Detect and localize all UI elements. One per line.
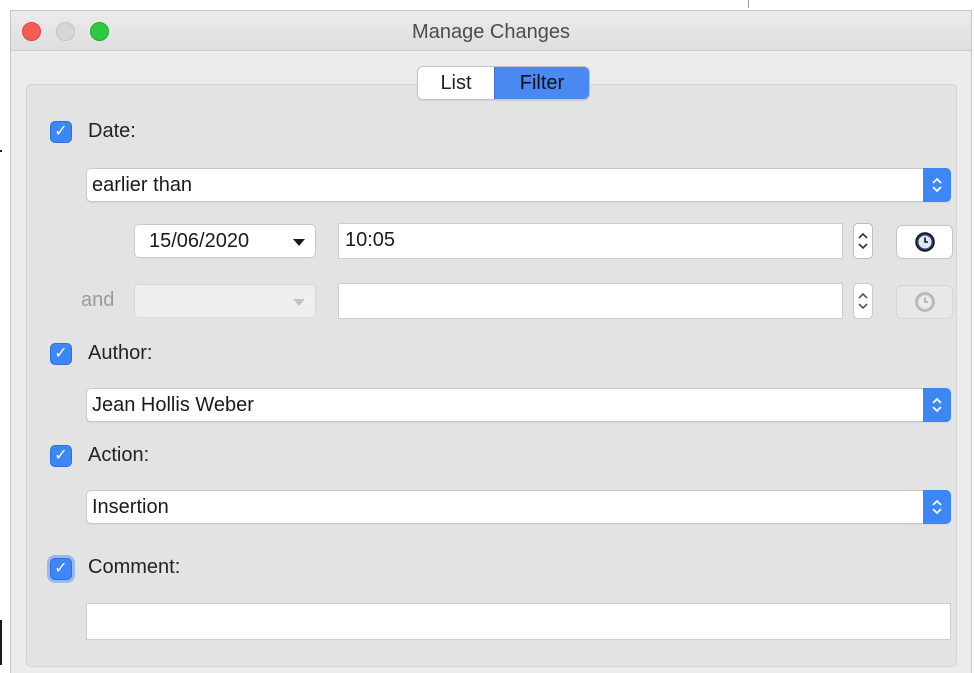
checkmark-icon: ✓ [54,345,68,362]
date-condition-select[interactable]: earlier than [86,168,951,202]
date-checkbox[interactable]: ✓ [50,121,72,143]
time-value: 10:05 [345,229,396,251]
set-current-time-button[interactable] [896,225,953,259]
manage-changes-window: Manage Changes List Filter ✓ Date: earli… [10,10,972,673]
author-select[interactable]: Jean Hollis Weber [86,388,951,422]
action-label: Action: [88,444,150,466]
chevron-up-down-icon [923,168,951,202]
clock-icon [914,292,935,312]
author-value: Jean Hollis Weber [92,394,254,416]
action-select[interactable]: Insertion [86,490,951,524]
comment-label: Comment: [88,556,181,578]
author-label: Author: [88,342,153,364]
triangle-down-icon [293,239,305,246]
action-value: Insertion [92,496,169,518]
date-condition-value: earlier than [92,174,193,196]
second-time-input [338,283,843,319]
and-label: and [81,289,115,311]
background-artifact [748,0,749,8]
second-set-time-button [896,285,953,319]
chevron-up-down-icon [923,388,951,422]
time-input[interactable]: 10:05 [338,223,843,259]
second-date-picker [134,284,316,318]
comment-input[interactable] [86,603,951,640]
chevron-up-down-icon [923,490,951,524]
date-picker[interactable]: 15/06/2020 [134,224,316,258]
checkmark-icon: ✓ [54,123,68,140]
background-artifact [0,150,2,152]
tab-filter[interactable]: Filter [494,67,589,99]
time-stepper[interactable] [853,223,873,259]
date-value: 15/06/2020 [149,230,250,252]
background-artifact [0,620,2,665]
second-time-stepper [853,283,873,319]
window-title: Manage Changes [412,21,570,43]
date-label: Date: [88,120,136,142]
triangle-down-icon [293,299,305,306]
chevron-up-down-icon [858,292,868,310]
title-bar: Manage Changes [11,11,971,51]
view-tab-switcher: List Filter [417,66,590,100]
clock-icon [914,232,935,252]
checkmark-icon: ✓ [54,447,68,464]
comment-checkbox[interactable]: ✓ [50,558,72,580]
tab-list[interactable]: List [418,67,494,99]
action-checkbox[interactable]: ✓ [50,445,72,467]
author-checkbox[interactable]: ✓ [50,343,72,365]
chevron-up-down-icon [858,232,868,250]
checkmark-icon: ✓ [54,560,68,577]
